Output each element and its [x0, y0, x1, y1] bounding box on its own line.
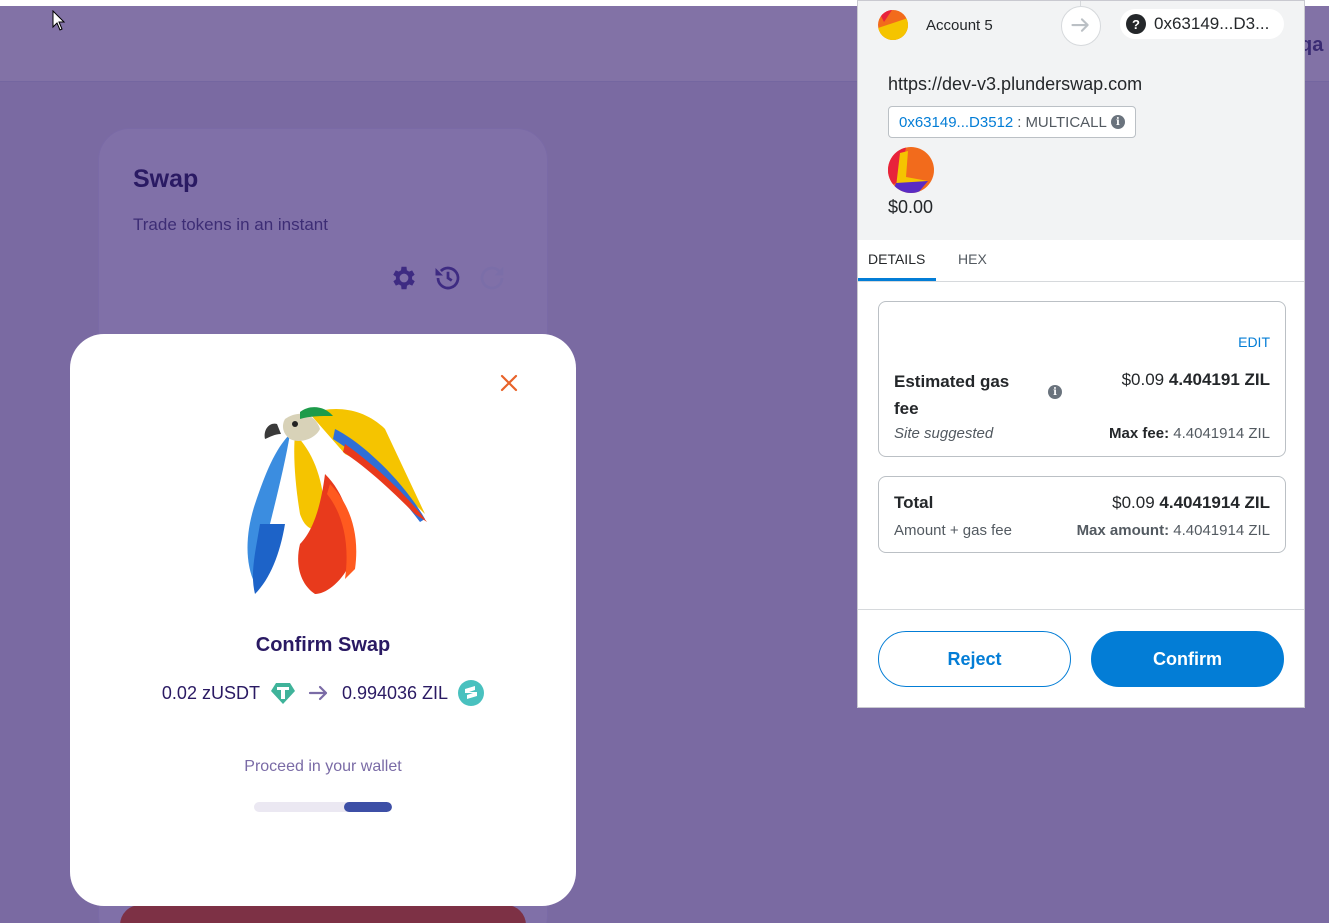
- estimated-gas-label: Estimated gas fee: [894, 372, 1010, 418]
- total-value: $0.09 4.4041914 ZIL: [1112, 493, 1270, 513]
- to-amount: 0.994036 ZIL: [341, 682, 449, 703]
- parrot-illustration: [247, 407, 427, 594]
- gas-fee-value: $0.09 4.404191 ZIL: [1122, 370, 1270, 390]
- close-icon[interactable]: [498, 372, 520, 394]
- contract-separator: :: [1017, 113, 1022, 131]
- max-amount: Max amount: 4.4041914 ZIL: [1077, 522, 1270, 539]
- active-tab-indicator: [858, 278, 936, 281]
- confirm-swap-title: Confirm Swap: [255, 634, 391, 656]
- recipient-address-pill[interactable]: ? 0x63149...D3...: [1120, 9, 1284, 39]
- progress-bar: [254, 802, 392, 812]
- reject-button[interactable]: Reject: [878, 631, 1071, 687]
- question-icon: ?: [1126, 14, 1146, 34]
- site-suggested-label: Site suggested: [894, 425, 994, 442]
- arrow-right-icon: [308, 685, 328, 701]
- wallet-header: Account 5 ? 0x63149...D3... https://dev-…: [858, 1, 1304, 240]
- max-fee-label: Max fee:: [1109, 425, 1170, 442]
- max-fee: Max fee: 4.4041914 ZIL: [1109, 425, 1270, 442]
- max-amount-value: 4.4041914 ZIL: [1173, 522, 1270, 539]
- contract-method-tag: 0x63149...D3512 : MULTICALL i: [888, 106, 1136, 138]
- confirm-swap-modal: Confirm Swap 0.02 zUSDT 0.994036 ZIL Pro…: [70, 334, 576, 906]
- gas-fee-fiat: $0.09: [1121, 370, 1165, 389]
- account-arrow-icon: [1061, 6, 1101, 46]
- swap-summary: 0.02 zUSDT 0.994036 ZIL: [70, 680, 576, 706]
- confirm-button[interactable]: Confirm: [1091, 631, 1284, 687]
- tab-details[interactable]: DETAILS: [868, 251, 925, 267]
- settings-gear-icon[interactable]: [389, 263, 419, 293]
- max-fee-value: 4.4041914 ZIL: [1173, 425, 1270, 442]
- swap-action-button-partial: [120, 905, 526, 923]
- total-box: Total $0.09 4.4041914 ZIL Amount + gas f…: [878, 476, 1286, 553]
- gas-fee-amount: 4.404191 ZIL: [1168, 370, 1270, 389]
- contract-address-link[interactable]: 0x63149...D3512: [899, 114, 1013, 131]
- progress-bar-fill: [343, 802, 392, 812]
- history-icon[interactable]: [433, 263, 463, 293]
- swap-title: Swap: [133, 165, 199, 193]
- from-amount: 0.02 zUSDT: [161, 682, 260, 703]
- recipient-address: 0x63149...D3...: [1154, 14, 1270, 33]
- account-avatar[interactable]: [878, 10, 908, 40]
- max-amount-label: Max amount:: [1076, 522, 1170, 539]
- edit-gas-link[interactable]: EDIT: [1238, 334, 1270, 350]
- site-origin: https://dev-v3.plunderswap.com: [888, 74, 1143, 94]
- token-avatar-icon: [888, 147, 934, 193]
- refresh-icon[interactable]: [477, 263, 507, 293]
- tab-hex[interactable]: HEX: [958, 251, 987, 267]
- gas-fee-box: EDIT Estimated gas fee i $0.09 4.404191 …: [878, 301, 1286, 457]
- info-icon[interactable]: i: [1110, 115, 1125, 129]
- proceed-wallet-text: Proceed in your wallet: [244, 758, 402, 775]
- wallet-popup: Account 5 ? 0x63149...D3... https://dev-…: [857, 0, 1305, 708]
- footer-divider: [858, 609, 1304, 610]
- tether-token-icon: [270, 683, 295, 704]
- gas-info-icon[interactable]: i: [1048, 385, 1062, 399]
- total-fiat: $0.09: [1112, 493, 1155, 512]
- wallet-tabs: DETAILS HEX: [858, 240, 1304, 282]
- value-usd: $0.00: [888, 197, 934, 217]
- total-amount: 4.4041914 ZIL: [1159, 493, 1270, 512]
- account-name: Account 5: [926, 17, 993, 34]
- total-label: Total: [894, 493, 934, 512]
- mouse-cursor-icon: [52, 10, 66, 31]
- zil-token-icon: [458, 680, 485, 706]
- swap-subtitle: Trade tokens in an instant: [133, 215, 328, 234]
- amount-plus-gas-label: Amount + gas fee: [894, 522, 1012, 539]
- contract-method: MULTICALL: [1025, 113, 1107, 131]
